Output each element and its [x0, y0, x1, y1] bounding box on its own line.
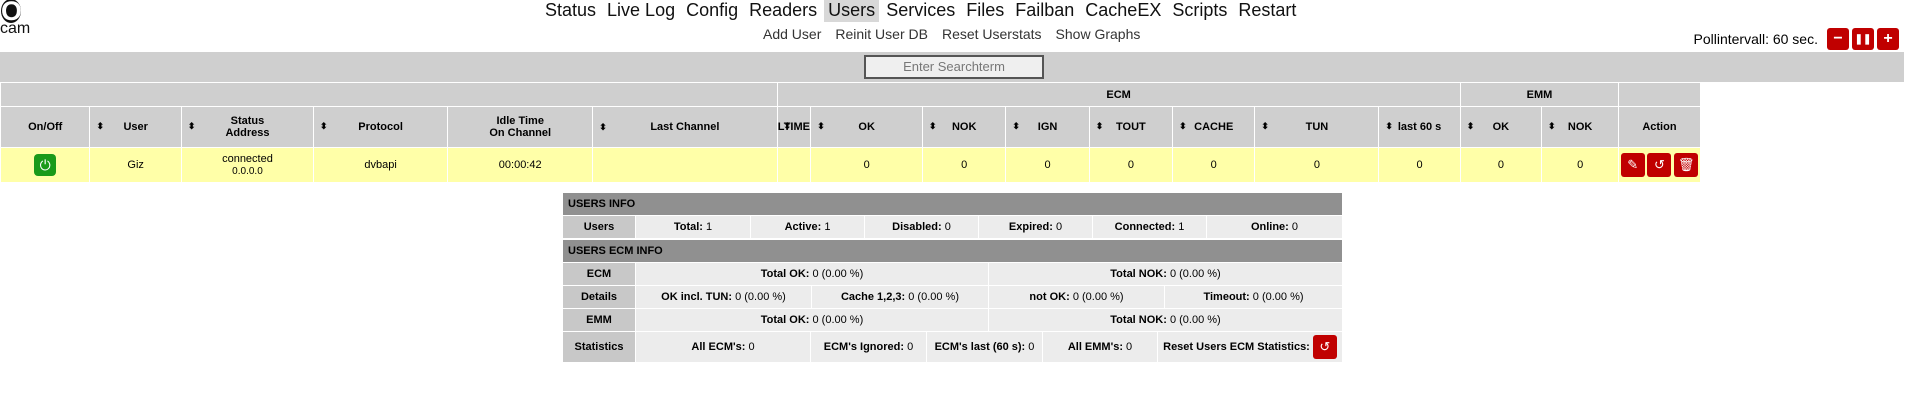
nav-cacheex[interactable]: CacheEX: [1081, 0, 1165, 22]
col-action: Action: [1618, 106, 1701, 148]
reset-userstats-link[interactable]: Reset Userstats: [942, 25, 1042, 43]
cell-last60: 0: [1378, 147, 1461, 183]
col-ltime[interactable]: ⬍ LTIME: [776, 106, 812, 148]
poll-label: Pollintervall: 60 sec.: [1693, 31, 1818, 47]
sort-icon[interactable]: ⬍: [1096, 121, 1104, 132]
search-bar: Enter Searchterm: [0, 52, 1904, 82]
sort-icon[interactable]: ⬍: [188, 121, 196, 132]
cell-ltime: [776, 147, 812, 183]
users-ecm-info-panel: USERS ECM INFO ECM Total OK: 0 (0.00 %) …: [563, 240, 1342, 362]
edit-icon[interactable]: ✎: [1620, 153, 1645, 177]
group-header-row: ECM EMM: [0, 82, 1904, 107]
nav-live-log[interactable]: Live Log: [603, 0, 679, 22]
nav-files[interactable]: Files: [962, 0, 1008, 22]
ecm-row: ECM Total OK: 0 (0.00 %) Total NOK: 0 (0…: [563, 262, 1342, 285]
sort-icon[interactable]: ⬍: [1385, 121, 1393, 132]
delete-icon[interactable]: 🗑: [1674, 153, 1699, 177]
poll-pause-button[interactable]: ❚❚: [1852, 28, 1874, 50]
col-cache[interactable]: ⬍ CACHE: [1172, 106, 1256, 148]
sort-icon[interactable]: ⬍: [929, 121, 937, 132]
nav-restart[interactable]: Restart: [1234, 0, 1300, 22]
reinit-user-db-link[interactable]: Reinit User DB: [835, 25, 928, 43]
sub-nav: Add User Reinit User DB Reset Userstats …: [763, 25, 1154, 43]
col-tout[interactable]: ⬍ TOUT: [1088, 106, 1174, 148]
sort-icon[interactable]: ⬍: [1467, 121, 1475, 132]
col-onoff[interactable]: On/Off: [0, 106, 91, 148]
col-protocol[interactable]: ⬍ Protocol: [313, 106, 449, 148]
cell-ign: 0: [1005, 147, 1090, 183]
col-last60[interactable]: ⬍ last 60 s: [1378, 106, 1461, 148]
statistics-row: Statistics All ECM's: 0 ECM's Ignored: 0…: [563, 331, 1342, 362]
nav-readers[interactable]: Readers: [745, 0, 821, 22]
col-ok[interactable]: ⬍ OK: [810, 106, 924, 148]
users-info-title: USERS INFO: [563, 193, 1342, 215]
col-emm-ok[interactable]: ⬍ OK: [1459, 106, 1543, 148]
group-emm: EMM: [1459, 82, 1620, 107]
col-user[interactable]: ⬍ User: [89, 106, 182, 148]
nav-scripts[interactable]: Scripts: [1168, 0, 1231, 22]
sort-icon[interactable]: ⬍: [1261, 121, 1269, 132]
sort-icon[interactable]: ⬍: [817, 121, 825, 132]
nav-config[interactable]: Config: [682, 0, 742, 22]
power-icon[interactable]: ⏻: [34, 154, 57, 176]
nav-services[interactable]: Services: [882, 0, 959, 22]
poll-decrease-button[interactable]: −: [1827, 28, 1849, 50]
sort-icon[interactable]: ⬍: [1179, 121, 1187, 132]
cell-user[interactable]: Giz: [89, 147, 182, 183]
sort-icon[interactable]: ⬍: [320, 121, 328, 132]
sort-icon[interactable]: ⬍: [599, 107, 607, 147]
sort-icon[interactable]: ⬍: [784, 121, 792, 132]
cell-protocol: dvbapi: [313, 147, 449, 183]
users-info-row: Users Total: 1 Active: 1 Disabled: 0 Exp…: [563, 215, 1342, 238]
reset-statistics-icon[interactable]: ↺: [1312, 335, 1337, 359]
add-user-link[interactable]: Add User: [763, 25, 821, 43]
col-nok[interactable]: ⬍ NOK: [922, 106, 1007, 148]
col-status[interactable]: ⬍ Status Address: [180, 106, 315, 148]
main-nav: Status Live Log Config Readers Users Ser…: [541, 0, 1303, 24]
cell-ok: 0: [810, 147, 924, 183]
cell-status: connected 0.0.0.0: [180, 147, 315, 183]
reset-icon[interactable]: ↺: [1647, 153, 1672, 177]
col-emm-nok[interactable]: ⬍ NOK: [1541, 106, 1620, 148]
sort-icon[interactable]: ⬍: [96, 121, 104, 132]
group-ecm: ECM: [776, 82, 1461, 107]
poll-increase-button[interactable]: +: [1877, 28, 1899, 50]
cell-idle: 00:00:42: [448, 148, 594, 182]
poll-interval: Pollintervall: 60 sec. − ❚❚ +: [1693, 28, 1899, 50]
sort-icon[interactable]: ⬍: [1548, 121, 1556, 132]
oscam-logo: OS cam: [0, 0, 40, 38]
cell-tun: 0: [1254, 147, 1380, 183]
cell-tout: 0: [1088, 147, 1174, 183]
col-tun[interactable]: ⬍ TUN: [1254, 106, 1380, 148]
cell-nok: 0: [922, 147, 1007, 183]
search-input[interactable]: Enter Searchterm: [864, 55, 1044, 79]
details-row: Details OK incl. TUN: 0 (0.00 %) Cache 1…: [563, 285, 1342, 308]
nav-users[interactable]: Users: [824, 0, 880, 22]
col-idle-last-channel[interactable]: Idle Time On Channel ⬍ Last Channel: [447, 106, 778, 148]
sort-icon[interactable]: ⬍: [1012, 121, 1020, 132]
users-ecm-info-title: USERS ECM INFO: [563, 240, 1342, 262]
cell-emm-nok: 0: [1541, 147, 1620, 183]
show-graphs-link[interactable]: Show Graphs: [1056, 25, 1141, 43]
table-row: ⏻ Giz connected 0.0.0.0 dvbapi 00:00:42 0…: [0, 147, 1904, 183]
col-ign[interactable]: ⬍ IGN: [1005, 106, 1090, 148]
users-info-panel: USERS INFO Users Total: 1 Active: 1 Disa…: [563, 193, 1342, 238]
cell-emm-ok: 0: [1459, 147, 1543, 183]
column-header-row: On/Off ⬍ User ⬍ Status Address ⬍ Protocol Id…: [0, 106, 1904, 148]
cell-cache: 0: [1172, 147, 1256, 183]
nav-failban[interactable]: Failban: [1011, 0, 1078, 22]
emm-row: EMM Total OK: 0 (0.00 %) Total NOK: 0 (0…: [563, 308, 1342, 331]
users-table: ECM EMM On/Off ⬍ User ⬍ Status Address ⬍ Pro…: [0, 82, 1904, 183]
logo-cam: cam: [0, 20, 31, 37]
nav-status[interactable]: Status: [541, 0, 600, 22]
